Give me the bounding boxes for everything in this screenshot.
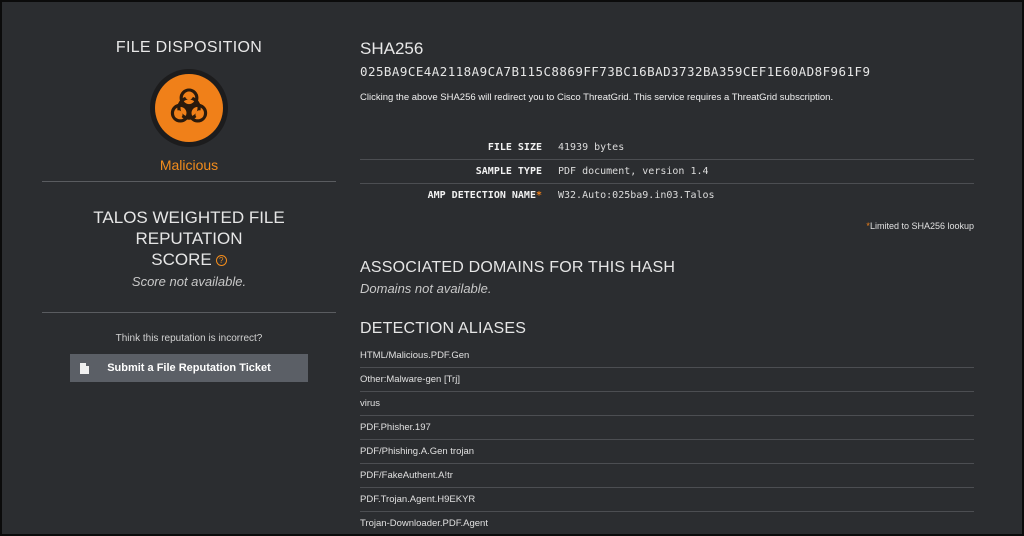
property-key: FILE SIZE [487,142,542,153]
alias-item: Trojan-Downloader.PDF.Agent [360,518,488,529]
alias-item: virus [360,392,974,416]
alias-item: Other:Malware-gen [Trj] [360,368,974,392]
property-key: SAMPLE TYPE [475,166,542,177]
disposition-verdict: Malicious [159,157,219,173]
reputation-title-line2: SCORE [151,250,212,269]
property-row: FILE SIZE 41939 bytes [360,136,974,160]
alias-item: PDF.Phisher.197 [360,416,974,440]
reputation-score-text: Score not available. [131,274,247,289]
domains-empty-text: Domains not available. [360,281,492,296]
property-star: * [535,190,542,201]
biohazard-icon [170,88,208,123]
limited-lookup-note: *Limited to SHA256 lookup [360,221,974,231]
alias-item: PDF/FakeAuthent.A!tr [360,464,974,488]
file-properties-table: FILE SIZE 41939 bytes SAMPLE TYPE PDF do… [360,136,974,207]
reputation-incorrect-prompt: Think this reputation is incorrect? [115,333,263,344]
right-panel: SHA256 025BA9CE4A2118A9CA7B115C8869FF73B… [360,2,974,536]
alias-item: HTML/Malicious.PDF.Gen [360,344,974,368]
detection-aliases-list: HTML/Malicious.PDF.Gen Other:Malware-gen… [360,344,974,535]
property-value: W32.Auto:025ba9.in03.Talos [558,190,715,201]
property-key: AMP DETECTION NAME [427,190,536,201]
submit-reputation-ticket-button[interactable]: Submit a File Reputation Ticket [70,354,308,382]
sha256-title: SHA256 [360,39,424,58]
left-panel: FILE DISPOSITION Malicious TALOS WEIGHTE… [42,2,336,536]
reputation-title-line1: TALOS WEIGHTED FILE REPUTATION [93,208,285,248]
sha256-note: Clicking the above SHA256 will redirect … [360,92,834,103]
limited-text: Limited to SHA256 lookup [869,221,974,231]
alias-item: PDF/Phishing.A.Gen trojan [360,440,974,464]
sha256-hash-link[interactable]: 025BA9CE4A2118A9CA7B115C8869FF73BC16BAD3… [360,64,974,79]
divider [42,181,336,182]
file-disposition-title: FILE DISPOSITION [115,39,263,56]
property-row: SAMPLE TYPE PDF document, version 1.4 [360,160,974,184]
divider [42,312,336,313]
help-icon[interactable]: ? [215,255,227,266]
property-row: AMP DETECTION NAME* W32.Auto:025ba9.in03… [360,184,974,207]
reputation-title: TALOS WEIGHTED FILE REPUTATION SCORE? [42,207,336,270]
property-value: 41939 bytes [558,142,625,153]
alias-item: PDF.Trojan.Agent.H9EKYR [360,488,974,512]
disposition-badge [42,69,336,147]
associated-domains-title: ASSOCIATED DOMAINS FOR THIS HASH [360,259,676,276]
property-value: PDF document, version 1.4 [558,166,709,177]
submit-reputation-ticket-label: Submit a File Reputation Ticket [107,362,271,374]
detection-aliases-title: DETECTION ALIASES [360,320,527,337]
